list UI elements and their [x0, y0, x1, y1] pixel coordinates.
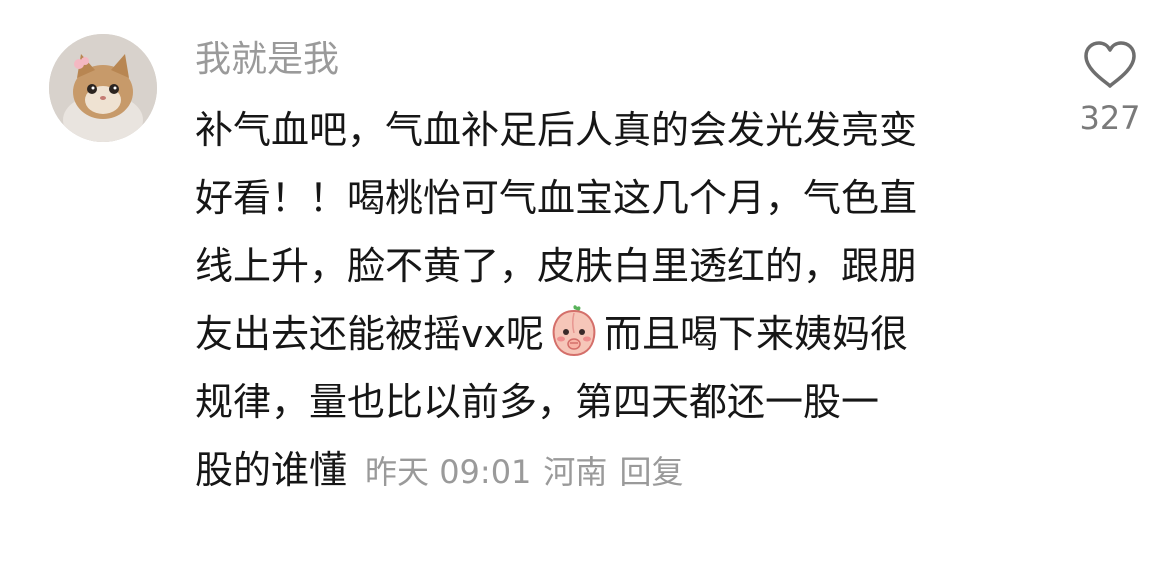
comment-meta: 昨天 09:01 河南 回复: [365, 453, 695, 491]
comment-line-with-meta: 股的谁懂 昨天 09:01 河南 回复: [195, 436, 995, 504]
comment-segment: 友出去还能被摇vx呢: [195, 312, 544, 356]
comment-location: 河南: [543, 453, 608, 491]
comment-line: 规律，量也比以前多，第四天都还一股一: [195, 380, 880, 424]
comment-item: 我就是我 补气血吧，气血补足后人真的会发光发亮变 好看！！喝桃怡可气血宝这几个月…: [0, 0, 1169, 569]
peach-emoji-icon: [546, 303, 602, 359]
comment-line: 线上升，脸不黄了，皮肤白里透红的，跟朋: [195, 244, 918, 288]
avatar[interactable]: [49, 34, 157, 142]
reply-button[interactable]: 回复: [619, 453, 683, 491]
comment-segment: 股的谁懂: [195, 448, 348, 492]
comment-time: 昨天 09:01: [365, 453, 532, 491]
comment-segment: 而且喝下来姨妈很: [603, 312, 908, 356]
comment-line: 补气血吧，气血补足后人真的会发光发亮变: [195, 108, 918, 152]
heart-icon: [1084, 41, 1136, 88]
kitten-avatar-icon: [49, 34, 157, 142]
username[interactable]: 我就是我: [195, 38, 339, 82]
comment-line: 好看！！喝桃怡可气血宝这几个月，气色直: [195, 176, 918, 220]
comment-text: 补气血吧，气血补足后人真的会发光发亮变 好看！！喝桃怡可气血宝这几个月，气色直 …: [195, 96, 995, 504]
like-count: 327: [1079, 99, 1141, 137]
comment-line-with-emoji: 友出去还能被摇vx呢 而且喝下来姨妈很: [195, 300, 995, 368]
like-button[interactable]: 327: [1070, 40, 1150, 150]
